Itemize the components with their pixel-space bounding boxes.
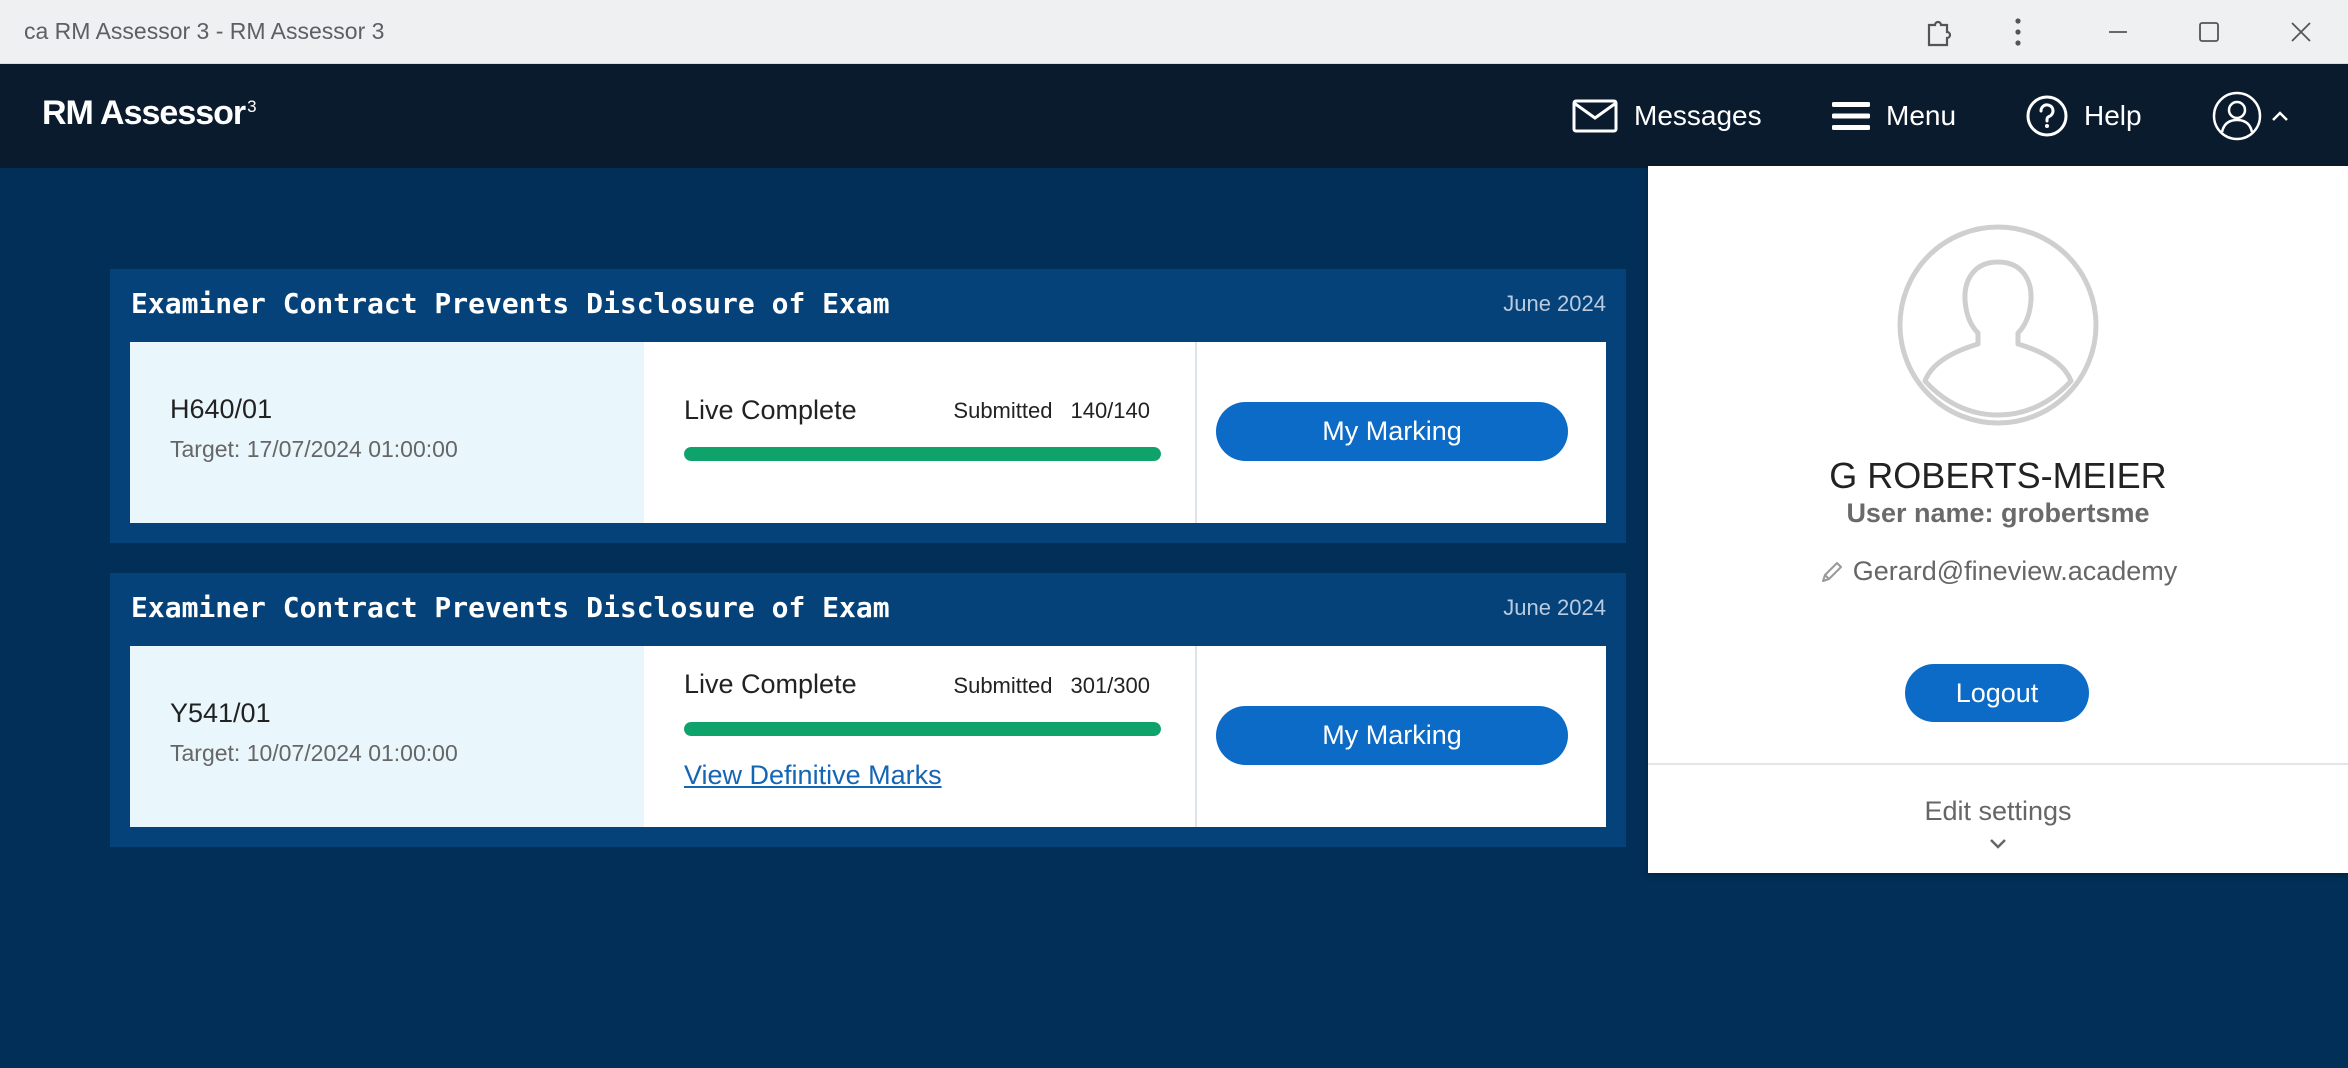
target-date: Target: 10/07/2024 01:00:00: [170, 740, 458, 766]
help-button[interactable]: Help: [2026, 64, 2142, 168]
progress-bar: [684, 447, 1161, 461]
component-code: Y541/01: [170, 698, 271, 728]
messages-label: Messages: [1634, 100, 1762, 131]
user-email: Gerard@fineview.academy: [1852, 556, 2178, 586]
help-circle-icon: [2026, 95, 2068, 137]
status-text: Live Complete: [684, 395, 857, 425]
menu-button[interactable]: Menu: [1832, 64, 1956, 168]
progress-bar-fill: [684, 447, 1161, 461]
my-marking-button[interactable]: My Marking: [1216, 706, 1568, 765]
extensions-icon[interactable]: [1904, 0, 1976, 64]
envelope-icon: [1572, 99, 1618, 133]
component-code: H640/01: [170, 394, 273, 424]
marking-progress: Live Complete Submitted 301/300 View Defi…: [644, 646, 1197, 827]
more-vertical-icon[interactable]: [1982, 0, 2054, 64]
progress-bar: [684, 722, 1161, 736]
status-text: Live Complete: [684, 669, 857, 699]
my-marking-button[interactable]: My Marking: [1216, 402, 1568, 461]
user-name: User name: grobertsme: [1846, 498, 2150, 528]
view-definitive-marks-link[interactable]: View Definitive Marks: [684, 760, 942, 791]
profile-avatar-icon: [1897, 224, 2099, 426]
progress-bar-fill: [684, 722, 1161, 736]
window-title: ca RM Assessor 3 - RM Assessor 3: [24, 18, 385, 44]
user-account-button[interactable]: [2212, 64, 2306, 168]
app-header: RM Assessor 3 Messages Menu Help: [0, 64, 2348, 168]
chevron-up-icon: [2272, 111, 2288, 121]
submitted-label: Submitted: [953, 398, 1053, 423]
edit-settings-button[interactable]: Edit settings: [1648, 796, 2348, 827]
help-label: Help: [2084, 100, 2142, 131]
chevron-down-icon[interactable]: [1986, 836, 2010, 852]
submitted-count: 140/140: [1070, 398, 1150, 423]
pencil-icon: [1821, 561, 1842, 582]
app-logo[interactable]: RM Assessor 3: [42, 94, 257, 133]
submitted-label: Submitted: [953, 673, 1053, 698]
logo-text: RM Assessor: [42, 94, 246, 132]
window-title-bar: ca RM Assessor 3 - RM Assessor 3: [0, 0, 2348, 64]
maximize-icon[interactable]: [2173, 0, 2245, 64]
minimize-icon[interactable]: [2082, 0, 2154, 64]
submitted-count: 301/300: [1070, 673, 1150, 698]
qualification-date: June 2024: [1503, 291, 1606, 316]
target-date: Target: 17/07/2024 01:00:00: [170, 436, 458, 462]
submitted-summary: Submitted 140/140: [953, 398, 1150, 424]
qualification-title: Examiner Contract Prevents Disclosure of…: [131, 591, 890, 624]
menu-label: Menu: [1886, 100, 1957, 131]
qualification-date: June 2024: [1503, 595, 1606, 620]
messages-button[interactable]: Messages: [1572, 64, 1762, 168]
qualification-body: Y541/01 Target: 10/07/2024 01:00:00 Live…: [130, 646, 1606, 827]
close-icon[interactable]: [2265, 0, 2337, 64]
user-profile-panel: G ROBERTS-MEIER User name: grobertsme Ge…: [1648, 166, 2348, 873]
qualification-card: Examiner Contract Prevents Disclosure of…: [110, 269, 1626, 543]
qualification-body: H640/01 Target: 17/07/2024 01:00:00 Live…: [130, 342, 1606, 523]
submitted-summary: Submitted 301/300: [953, 673, 1150, 699]
qualification-card: Examiner Contract Prevents Disclosure of…: [110, 573, 1626, 847]
qualification-title: Examiner Contract Prevents Disclosure of…: [131, 287, 890, 320]
qualification-info: Y541/01 Target: 10/07/2024 01:00:00: [130, 646, 644, 827]
logout-button[interactable]: Logout: [1905, 664, 2089, 722]
divider: [1648, 763, 2348, 765]
marking-progress: Live Complete Submitted 140/140: [644, 342, 1197, 523]
logo-superscript: 3: [247, 96, 257, 116]
user-full-name: G ROBERTS-MEIER: [1829, 455, 2167, 496]
qualification-info: H640/01 Target: 17/07/2024 01:00:00: [130, 342, 644, 523]
user-avatar-icon: [2212, 91, 2262, 141]
hamburger-icon: [1832, 102, 1870, 130]
email-row[interactable]: Gerard@fineview.academy: [1648, 556, 2348, 587]
